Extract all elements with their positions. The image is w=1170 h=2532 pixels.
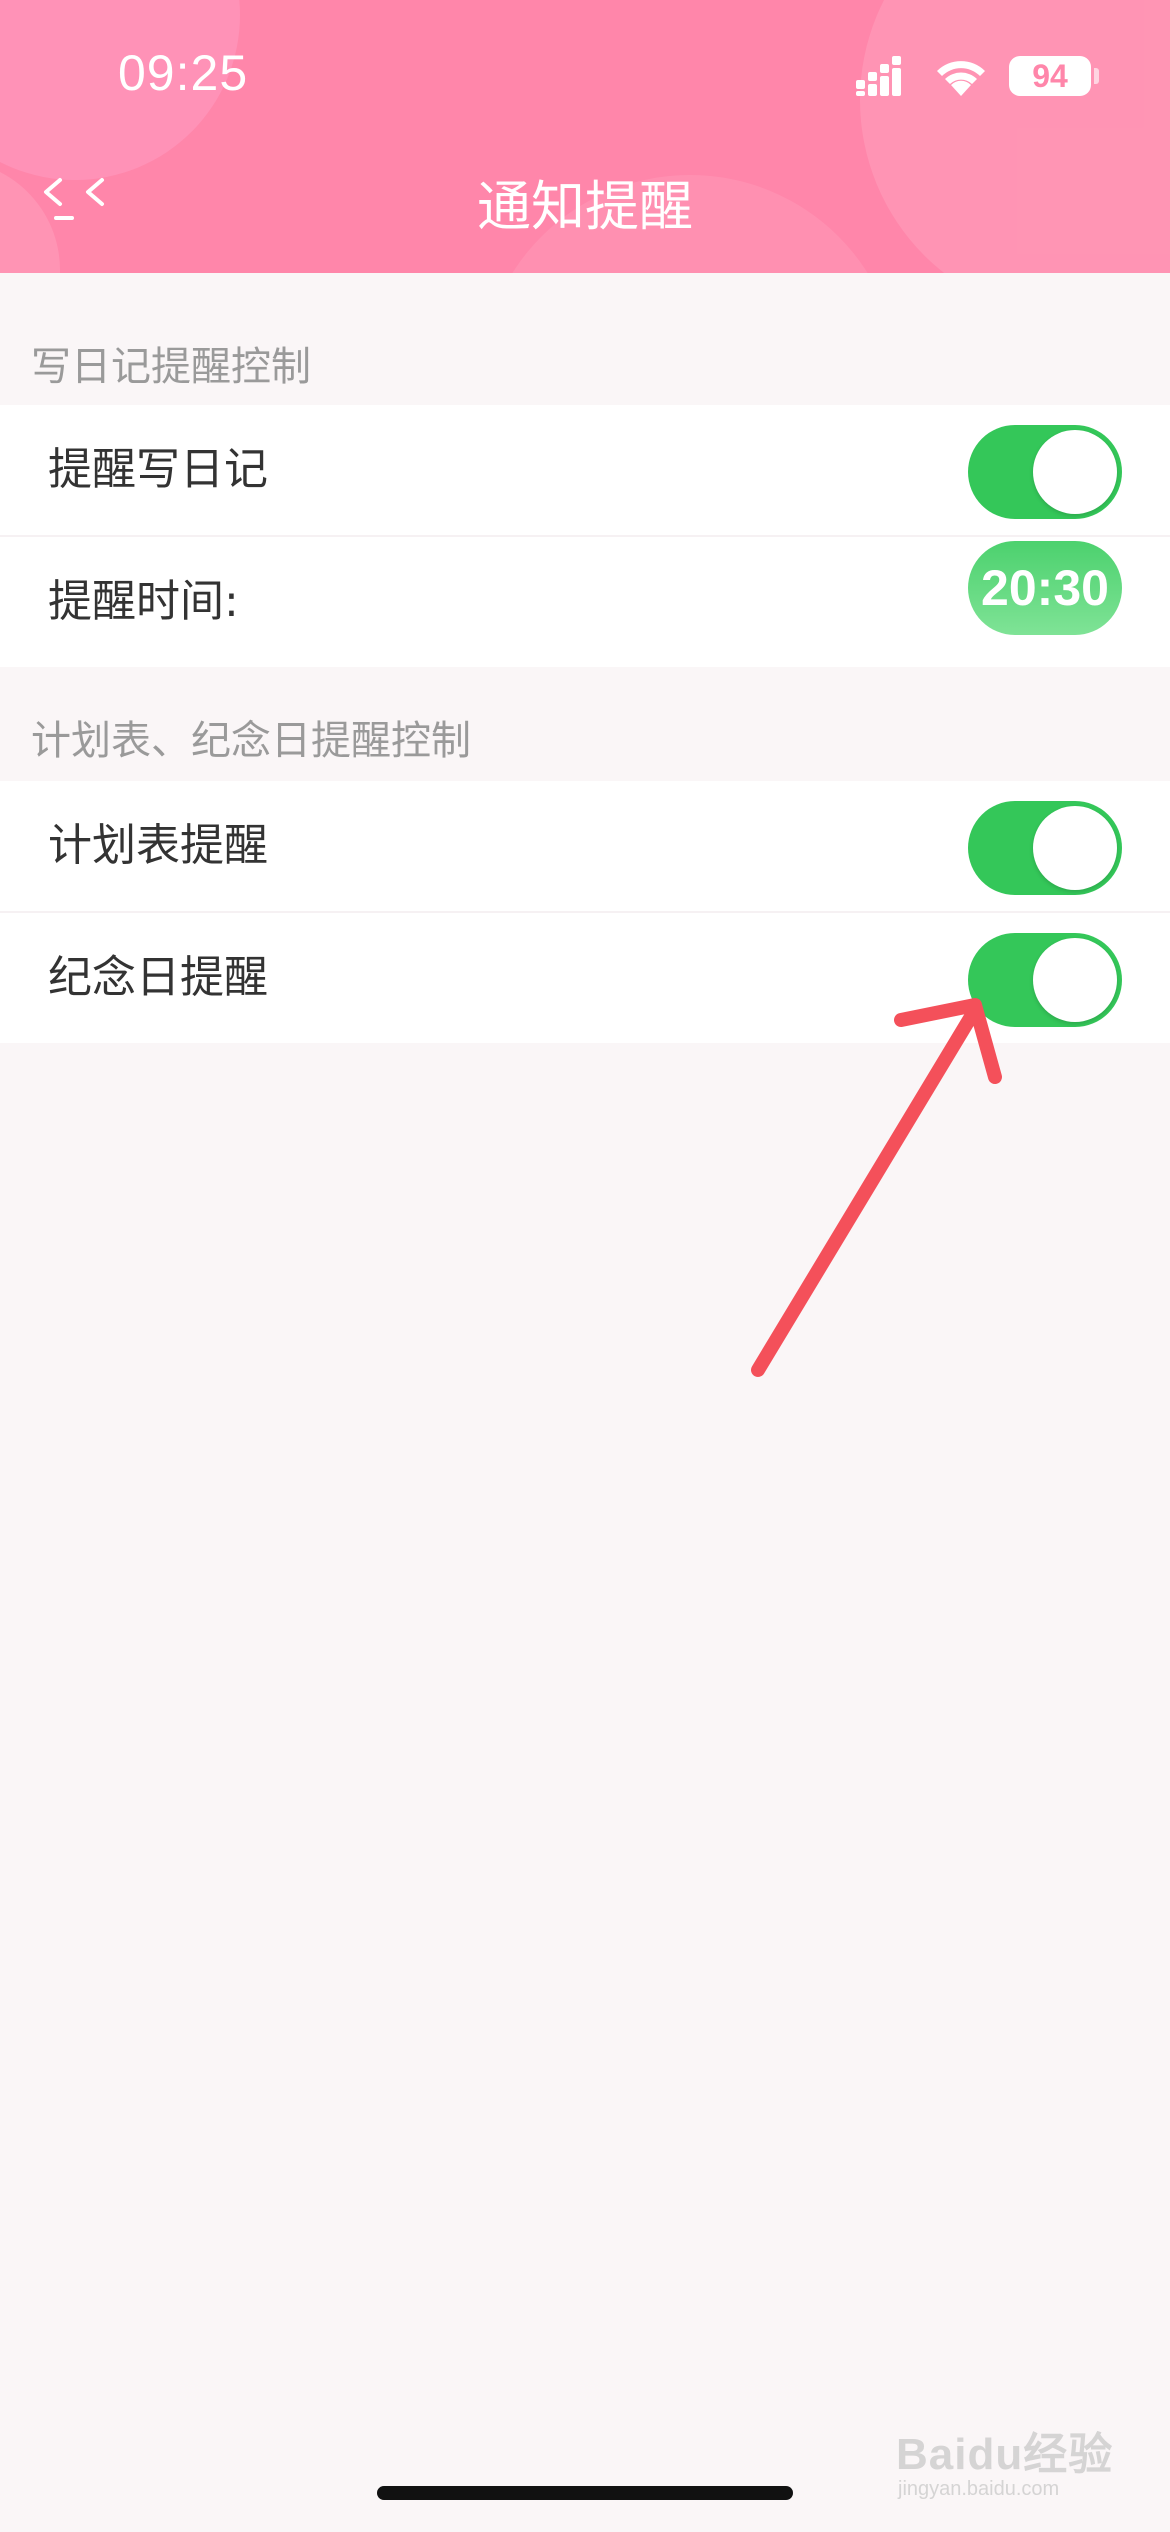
cellular-signal-icon bbox=[856, 56, 901, 96]
diary-reminder-row: 提醒写日记 bbox=[0, 405, 1170, 537]
battery-icon: 94 bbox=[1009, 56, 1091, 96]
section-header-diary: 写日记提醒控制 bbox=[31, 344, 311, 390]
anniversary-reminder-toggle[interactable] bbox=[968, 933, 1122, 1027]
plan-settings-group: 计划表提醒 纪念日提醒 bbox=[0, 781, 1170, 1043]
baidu-watermark-logo: Baidu经验 bbox=[896, 2430, 1114, 2479]
anniversary-reminder-row: 纪念日提醒 bbox=[0, 913, 1170, 1043]
reminder-time-label: 提醒时间: bbox=[48, 576, 239, 627]
toggle-knob bbox=[1033, 806, 1117, 890]
plan-reminder-row: 计划表提醒 bbox=[0, 781, 1170, 913]
anniversary-reminder-label: 纪念日提醒 bbox=[48, 952, 268, 1003]
reminder-time-button[interactable]: 20:30 bbox=[968, 541, 1122, 635]
section-header-plan: 计划表、纪念日提醒控制 bbox=[31, 718, 471, 764]
nav-header: 09:25 94 通知提醒 bbox=[0, 0, 1170, 273]
page-title: 通知提醒 bbox=[477, 175, 693, 238]
toggle-knob bbox=[1033, 938, 1117, 1022]
home-indicator[interactable] bbox=[377, 2486, 793, 2500]
toggle-knob bbox=[1033, 430, 1117, 514]
status-time: 09:25 bbox=[118, 45, 249, 101]
wifi-icon bbox=[937, 61, 985, 96]
plan-reminder-label: 计划表提醒 bbox=[48, 820, 268, 871]
reminder-time-row: 提醒时间: 20:30 bbox=[0, 537, 1170, 667]
diary-reminder-toggle[interactable] bbox=[968, 425, 1122, 519]
diary-settings-group: 提醒写日记 提醒时间: 20:30 bbox=[0, 405, 1170, 667]
diary-reminder-label: 提醒写日记 bbox=[48, 444, 268, 495]
plan-reminder-toggle[interactable] bbox=[968, 801, 1122, 895]
battery-terminal bbox=[1094, 68, 1099, 84]
baidu-watermark-domain: jingyan.baidu.com bbox=[898, 2478, 1060, 2500]
